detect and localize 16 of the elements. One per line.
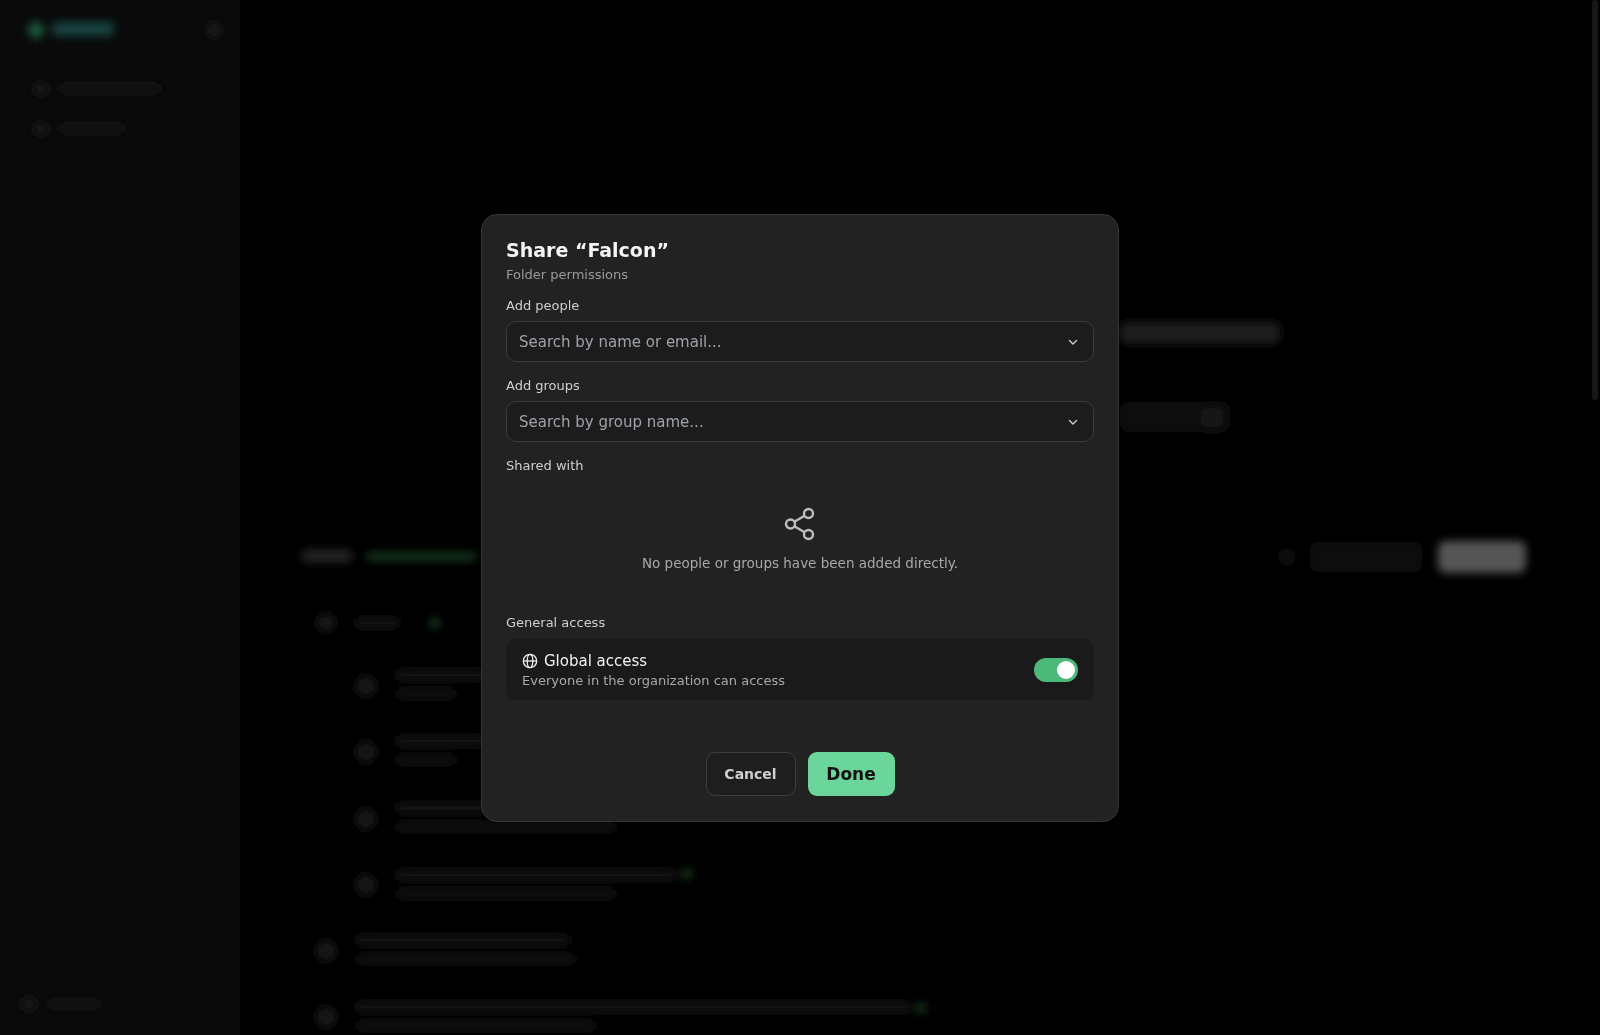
globe-icon <box>522 652 538 669</box>
share-icon <box>784 507 816 541</box>
dialog-title: Share “Falcon” <box>506 239 669 261</box>
done-button[interactable]: Done <box>807 752 895 796</box>
dialog-subtitle: Folder permissions <box>506 267 629 282</box>
field-label: Add people <box>506 298 580 313</box>
toggle-switch[interactable] <box>1034 657 1078 682</box>
search-field[interactable]: Search by name or email... <box>506 321 1094 362</box>
access-title: Global access <box>544 651 648 670</box>
cancel-button[interactable]: Cancel <box>705 752 796 796</box>
access-description: Everyone in the organization can access <box>522 672 785 688</box>
section-label: General access <box>506 615 606 630</box>
field-label: Add groups <box>506 378 580 393</box>
empty-state-text: No people or groups have been added directly. <box>641 555 959 571</box>
search-field[interactable]: Search by group name... <box>506 401 1094 442</box>
section-label: Shared with <box>506 458 584 473</box>
